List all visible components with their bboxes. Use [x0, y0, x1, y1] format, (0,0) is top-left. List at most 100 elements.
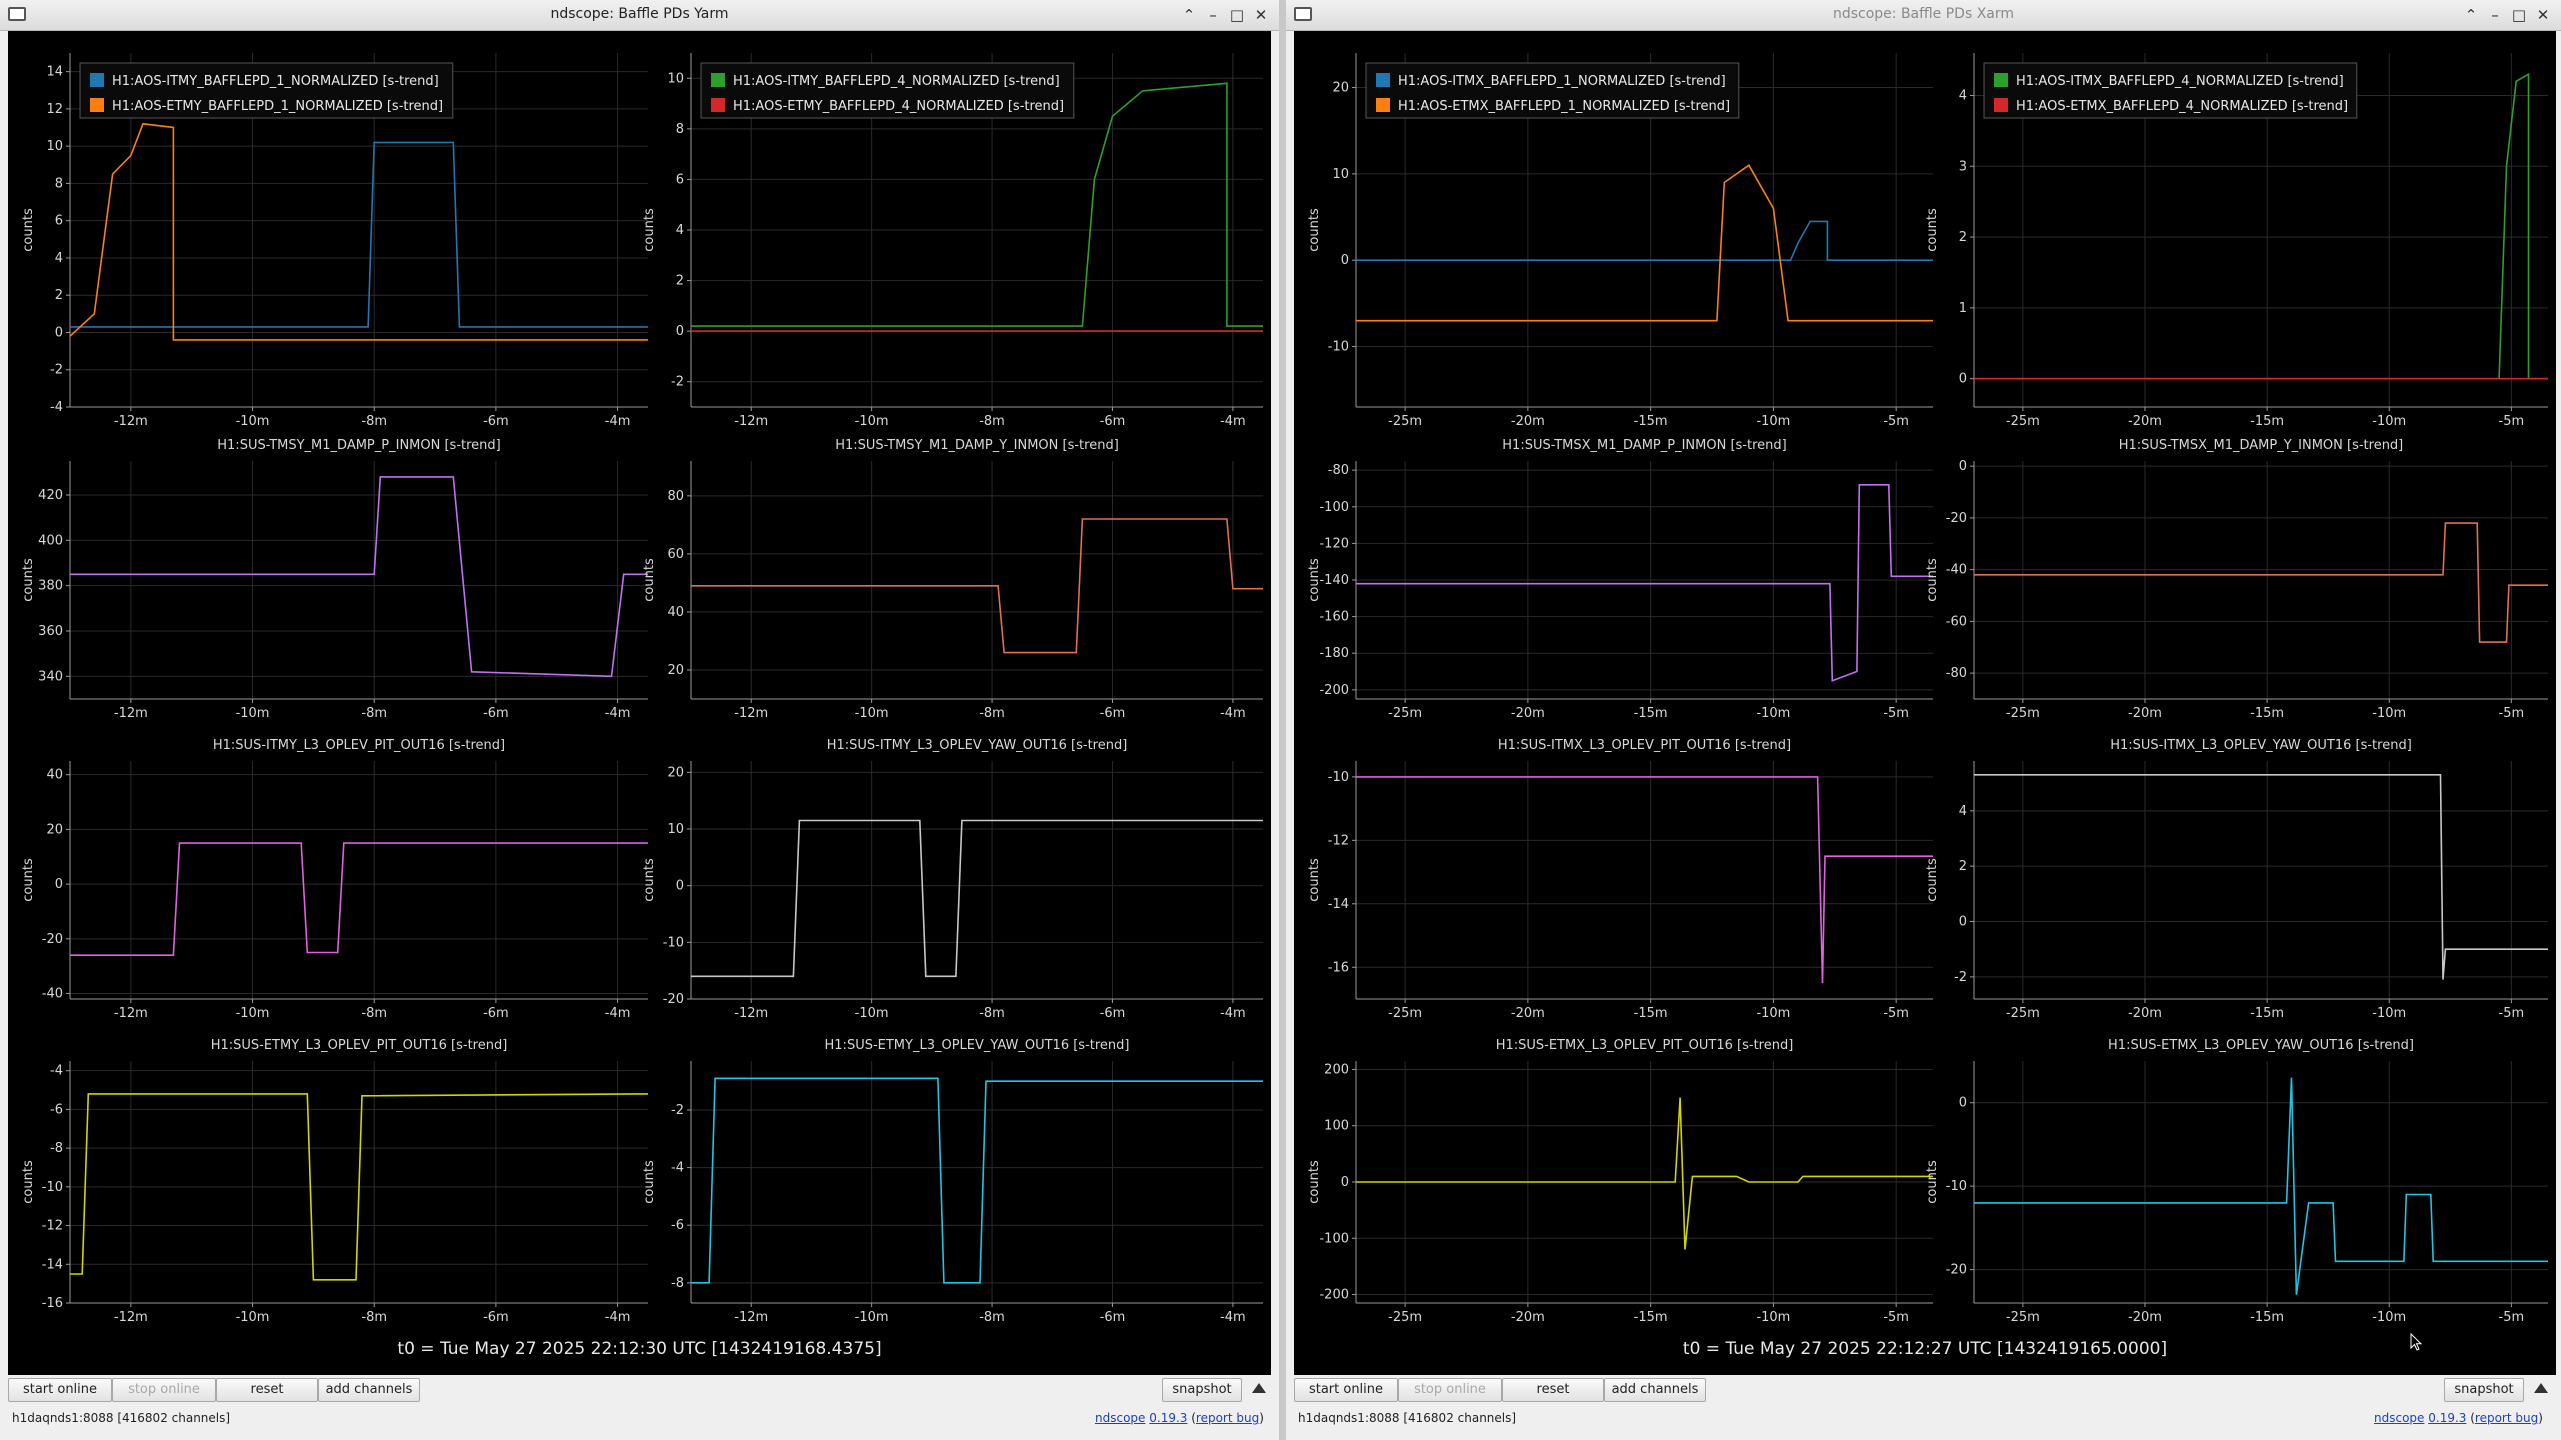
plot-panel[interactable]: 40 20 0 -20 -40 -12m -10m -8m -6m -4m counts H1:SUS…	[21, 738, 648, 1021]
keep-above-icon[interactable]: ⌃	[1177, 3, 1201, 27]
y-tick-label: -140	[1319, 573, 1349, 588]
x-tick-label: -5m	[1883, 414, 1909, 429]
y-axis-label: counts	[642, 208, 657, 252]
y-tick-label: -160	[1319, 610, 1349, 625]
y-tick-label: 380	[38, 579, 63, 594]
x-tick-label: -20m	[2128, 414, 2162, 429]
plot-panel[interactable]: 4 3 2 1 0 -25m -20m -15m -10m -5m counts H1:AOS-ITM…	[1925, 53, 2548, 429]
y-tick-label: -2	[1954, 970, 1967, 985]
add-channels-button[interactable]: add channels	[318, 1378, 420, 1402]
plot-panel[interactable]: -2 -4 -6 -8 -12m -10m -8m -6m -4m counts H1:SUS-ET…	[642, 1038, 1263, 1325]
y-tick-label: 340	[38, 669, 63, 684]
legend-label: H1:AOS-ETMX_BAFFLEPD_1_NORMALIZED [s-tre…	[1398, 99, 1730, 114]
x-tick-label: -15m	[1634, 1006, 1668, 1021]
report-bug-link[interactable]: report bug	[2475, 1411, 2538, 1425]
expand-arrow-icon[interactable]	[2534, 1383, 2548, 1393]
maximize-icon[interactable]: □	[1225, 3, 1249, 27]
plot-title: H1:SUS-TMSY_M1_DAMP_P_INMON [s-trend]	[217, 438, 500, 453]
legend-swatch	[1376, 98, 1390, 112]
y-tick-label: 0	[55, 325, 63, 340]
x-tick-label: -5m	[2499, 1006, 2525, 1021]
minimize-icon[interactable]: –	[1201, 3, 1225, 27]
title-bar[interactable]: ndscope: Baffle PDs Yarm ⌃ – □ ✕	[0, 0, 1279, 31]
plot-panel[interactable]: 20 10 0 -10 -20 -12m -10m -8m -6m -4m counts H1:SUS…	[642, 738, 1263, 1021]
minimize-icon[interactable]: –	[2483, 3, 2507, 27]
keep-above-icon[interactable]: ⌃	[2459, 3, 2483, 27]
start-online-button[interactable]: start online	[8, 1378, 112, 1402]
legend-label: H1:AOS-ETMY_BAFFLEPD_4_NORMALIZED [s-tre…	[733, 99, 1064, 114]
plot-panel[interactable]: 0 -10 -20 -25m -20m -15m -10m -5m counts H1:SUS-E…	[1925, 1038, 2548, 1325]
expand-arrow-icon[interactable]	[1252, 1383, 1266, 1393]
close-icon[interactable]: ✕	[1249, 3, 1273, 27]
series-line	[1356, 1097, 1933, 1250]
x-tick-label: -8m	[979, 414, 1005, 429]
ndscope-link[interactable]: ndscope	[2374, 1411, 2424, 1425]
series-line	[1974, 522, 2548, 643]
y-tick-label: 200	[1324, 1062, 1349, 1077]
snapshot-button[interactable]: snapshot	[2444, 1378, 2524, 1402]
plot-panel[interactable]: -4 -6 -8 -10 -12 -14 -16 -12m -10m -8m -6m -4m count…	[21, 1038, 649, 1325]
reset-button[interactable]: reset	[216, 1378, 318, 1402]
y-axis-label: counts	[1925, 208, 1940, 252]
y-tick-label: -12	[1328, 833, 1349, 848]
legend-swatch	[1994, 73, 2008, 87]
plot-panel[interactable]: -10 -12 -14 -16 -25m -20m -15m -10m -5m counts H1:…	[1307, 738, 1933, 1021]
stop-online-button[interactable]: stop online	[1398, 1378, 1502, 1402]
stop-online-button[interactable]: stop online	[112, 1378, 216, 1402]
plot-panel[interactable]: 20 10 0 -10 -25m -20m -15m -10m -5m counts H1:AOS-…	[1307, 53, 1933, 429]
plot-area[interactable]: 14 12 10 8 6 4 2 0 -2 -4 -12m -10m -8m -6m -4m counts H1…	[8, 31, 1271, 1375]
y-tick-label: -20	[42, 932, 63, 947]
close-icon[interactable]: ✕	[2531, 3, 2555, 27]
plots-canvas[interactable]: 14121086420-2-4-12m -10m -8m -6m -4mcountsH1…	[8, 31, 1271, 1331]
x-tick-label: -10m	[2372, 706, 2406, 721]
x-tick-label: -20m	[1511, 706, 1545, 721]
maximize-icon[interactable]: □	[2507, 3, 2531, 27]
add-channels-button[interactable]: add channels	[1604, 1378, 1706, 1402]
y-tick-label: 80	[667, 489, 684, 504]
plot-panel[interactable]: 4 2 0 -2 -25m -20m -15m -10m -5m counts H1:SUS-ITM…	[1925, 738, 2548, 1021]
x-tick-label: -8m	[361, 1006, 387, 1021]
window-title: ndscope: Baffle PDs Yarm	[550, 6, 729, 22]
y-tick-label: 8	[55, 176, 63, 191]
x-tick-label: -25m	[1388, 706, 1422, 721]
y-tick-label: 2	[55, 288, 63, 303]
plot-panel[interactable]: 80 60 40 20 -12m -10m -8m -6m -4m counts H1:SUS-TM…	[642, 438, 1263, 721]
x-tick-label: -4m	[605, 414, 631, 429]
plot-panel[interactable]: -80 -100 -120 -140 -160 -180 -200 -25m -20m -15m -…	[1307, 438, 1933, 721]
plot-panel[interactable]: 200 100 0 -100 -200 -25m -20m -15m -10m -5m counts…	[1307, 1038, 1933, 1325]
version-link[interactable]: 0.19.3	[1149, 1411, 1187, 1425]
y-tick-label: -180	[1319, 646, 1349, 661]
y-tick-label: 10	[46, 139, 63, 154]
plot-panel[interactable]: 420 400 380 360 340 -12m -10m -8m -6m -4m counts H1…	[21, 438, 648, 721]
x-tick-label: -10m	[2372, 414, 2406, 429]
title-bar[interactable]: ndscope: Baffle PDs Xarm ⌃ – □ ✕	[1286, 0, 2561, 31]
plot-title: H1:SUS-ETMX_L3_OPLEV_YAW_OUT16 [s-trend]	[2108, 1038, 2414, 1053]
y-axis-label: counts	[1925, 1160, 1940, 1204]
plot-panel[interactable]: 0 -20 -40 -60 -80 -25m -20m -15m -10m -5m counts H1…	[1925, 438, 2548, 721]
plot-panel[interactable]: 10 8 6 4 2 0 -2 -12m -10m -8m -6m -4m counts H1:AOS-I…	[642, 53, 1263, 429]
plot-panel[interactable]: 14 12 10 8 6 4 2 0 -2 -4 -12m -10m -8m -6m -4m counts H1…	[21, 53, 648, 429]
y-tick-label: 6	[55, 214, 63, 229]
legend-label: H1:AOS-ETMY_BAFFLEPD_1_NORMALIZED [s-tre…	[112, 99, 443, 114]
ndscope-link[interactable]: ndscope	[1095, 1411, 1145, 1425]
x-tick-label: -6m	[1100, 1006, 1126, 1021]
y-tick-label: -100	[1319, 1231, 1349, 1246]
window-gap	[1279, 0, 1286, 1440]
y-tick-label: 20	[667, 765, 684, 780]
y-tick-label: -2	[50, 363, 63, 378]
x-tick-label: -12m	[734, 706, 768, 721]
y-tick-label: -40	[42, 987, 63, 1002]
plots-canvas[interactable]: 20100-10-25m -20m -15m -10m -5mcountsH1:AOS-…	[1294, 31, 2556, 1331]
version-link[interactable]: 0.19.3	[2428, 1411, 2466, 1425]
x-tick-label: -4m	[1220, 706, 1246, 721]
start-online-button[interactable]: start online	[1294, 1378, 1398, 1402]
snapshot-button[interactable]: snapshot	[1162, 1378, 1242, 1402]
y-tick-label: -10	[42, 1180, 63, 1195]
report-bug-link[interactable]: report bug	[1196, 1411, 1259, 1425]
y-tick-label: -16	[42, 1296, 63, 1311]
legend-label: H1:AOS-ITMY_BAFFLEPD_1_NORMALIZED [s-tre…	[112, 74, 439, 89]
reset-button[interactable]: reset	[1502, 1378, 1604, 1402]
y-tick-label: 400	[38, 533, 63, 548]
legend-label: H1:AOS-ITMX_BAFFLEPD_1_NORMALIZED [s-tre…	[1398, 74, 1726, 89]
plot-area[interactable]: 20 10 0 -10 -25m -20m -15m -10m -5m counts H1:AOS-…	[1294, 31, 2556, 1375]
